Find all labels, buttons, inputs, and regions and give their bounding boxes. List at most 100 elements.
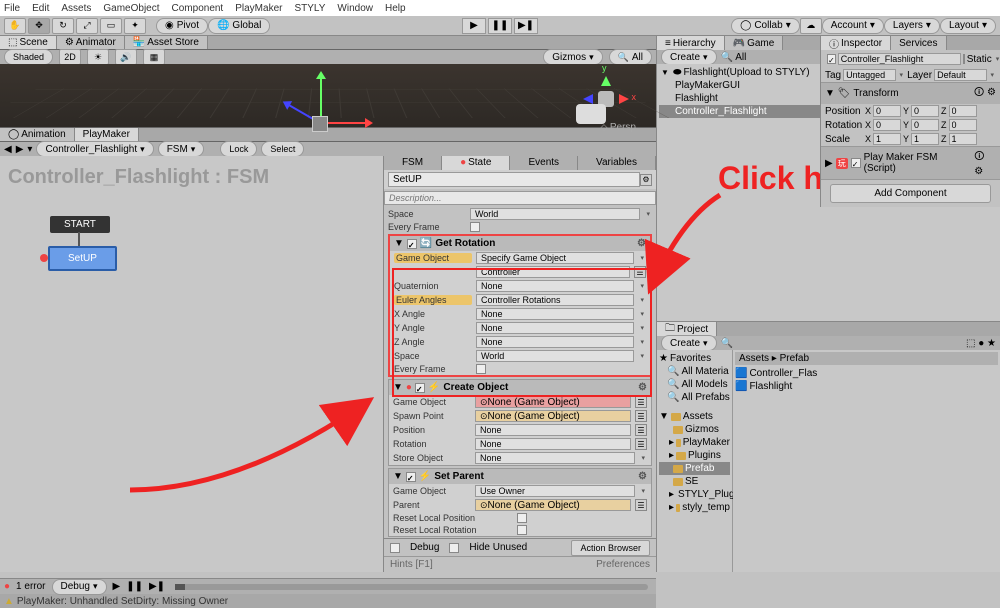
co-gear-icon[interactable]: ⚙ <box>638 382 647 393</box>
get-rotation-gear-icon[interactable]: ⚙ <box>637 238 646 249</box>
tool-hand[interactable]: ✋ <box>4 18 26 34</box>
layers-dropdown[interactable]: Layers ▾ <box>884 18 940 34</box>
debug-checkbox[interactable] <box>390 543 400 553</box>
pos-x[interactable] <box>873 105 901 117</box>
state-description-input[interactable] <box>384 191 656 205</box>
step-button[interactable]: ▶❚ <box>514 18 538 34</box>
gr-controller-var-button[interactable]: ☰ <box>634 266 646 278</box>
state-settings-icon[interactable]: ⚙ <box>640 174 652 186</box>
sp-parent-field[interactable]: ⊙None (Game Object) <box>475 499 631 511</box>
co-spawn-var-button[interactable]: ☰ <box>635 410 647 422</box>
gr-controller-field[interactable]: Controller <box>476 266 630 278</box>
menu-styly[interactable]: STYLY <box>294 3 325 14</box>
gizmos-dropdown[interactable]: Gizmos ▾ <box>543 49 602 65</box>
tab-services[interactable]: Services <box>891 36 946 50</box>
co-spawn-field[interactable]: ⊙None (Game Object) <box>475 410 631 422</box>
menu-component[interactable]: Component <box>172 3 224 14</box>
gr-space-dropdown[interactable]: World <box>476 350 635 362</box>
start-node[interactable]: START <box>50 216 110 233</box>
fav-prefabs[interactable]: 🔍 All Prefabs <box>659 391 730 404</box>
menu-help[interactable]: Help <box>385 3 406 14</box>
assets-root[interactable]: ▼ Assets <box>659 410 730 423</box>
prev-space-val[interactable]: World <box>470 208 641 220</box>
playmaker-fsm-header[interactable]: ▶ 玩 Play Maker FSM (Script)🛈 ⚙ <box>821 147 1000 179</box>
pm-history[interactable]: ▾ <box>27 144 32 155</box>
folder-se[interactable]: SE <box>659 475 730 488</box>
tab-scene[interactable]: ⬚ Scene <box>0 36 57 49</box>
asset-controller-flashlight[interactable]: 🟦 Controller_Flas <box>735 367 998 380</box>
debug-pause[interactable]: ❚❚ <box>126 581 143 592</box>
folder-styly-temp[interactable]: ▸ styly_temp <box>659 501 730 514</box>
shaded-dropdown[interactable]: Shaded <box>4 49 53 65</box>
gameobject-name-input[interactable] <box>838 53 961 65</box>
sp-resetrot-checkbox[interactable] <box>517 525 527 535</box>
menu-playmaker[interactable]: PlayMaker <box>235 3 282 14</box>
gr-gameobject-dropdown[interactable]: Specify Game Object <box>476 252 635 264</box>
tab-game[interactable]: 🎮 Game <box>725 36 784 50</box>
menu-edit[interactable]: Edit <box>32 3 49 14</box>
project-search[interactable]: 🔍 <box>721 338 733 349</box>
rot-x[interactable] <box>873 119 901 131</box>
tool-scale[interactable]: ⤢ <box>76 18 98 34</box>
get-rotation-header[interactable]: ▼ 🔄 Get Rotation⚙ <box>390 236 650 251</box>
gr-y-dropdown[interactable]: None <box>476 322 635 334</box>
debug-dropdown[interactable]: Debug ▾ <box>52 579 107 595</box>
pause-button[interactable]: ❚❚ <box>488 18 512 34</box>
pos-y[interactable] <box>911 105 939 117</box>
hierarchy-create-dropdown[interactable]: Create ▾ <box>661 49 717 65</box>
layer-dropdown[interactable]: Default <box>934 69 986 81</box>
create-object-header[interactable]: ▼ ●⚡ Create Object⚙ <box>389 380 651 395</box>
project-filter-icons[interactable]: ⬚ ● ★ <box>966 338 996 349</box>
2d-toggle[interactable]: 2D <box>59 49 81 65</box>
co-rot-dropdown[interactable]: None <box>475 438 631 450</box>
debug-play[interactable]: ▶ <box>113 581 121 592</box>
global-toggle[interactable]: 🌐 Global <box>208 18 270 34</box>
co-pos-var-button[interactable]: ☰ <box>635 424 647 436</box>
layout-dropdown[interactable]: Layout ▾ <box>940 18 996 34</box>
action-browser-button[interactable]: Action Browser <box>571 540 650 556</box>
state-tab-fsm[interactable]: FSM <box>384 156 442 170</box>
search-all[interactable]: 🔍 All <box>609 49 652 65</box>
co-store-dropdown[interactable]: None <box>475 452 636 464</box>
rot-z[interactable] <box>949 119 977 131</box>
tab-project[interactable]: 🗀 Project <box>657 322 717 336</box>
hints-label[interactable]: Hints [F1] <box>390 559 433 570</box>
sp-resetpos-checkbox[interactable] <box>517 513 527 523</box>
scale-y[interactable] <box>911 133 939 145</box>
co-gameobject-var-button[interactable]: ☰ <box>635 396 647 408</box>
tool-move[interactable]: ✥ <box>28 18 50 34</box>
folder-playmaker[interactable]: ▸ PlayMaker <box>659 436 730 449</box>
sp-parent-var-button[interactable]: ☰ <box>635 499 647 511</box>
gr-euler-dropdown[interactable]: Controller Rotations <box>476 294 635 306</box>
project-breadcrumb[interactable]: Assets ▸ Prefab <box>735 352 998 365</box>
account-dropdown[interactable]: Account ▾ <box>822 18 884 34</box>
asset-flashlight[interactable]: 🟦 Flashlight <box>735 380 998 393</box>
tag-dropdown[interactable]: Untagged <box>843 69 895 81</box>
pm-back[interactable]: ◀ <box>4 144 12 155</box>
state-tab-events[interactable]: Events <box>510 156 578 170</box>
scene-viewport[interactable]: x y ◇ Persp <box>0 64 656 128</box>
light-toggle[interactable]: ☀ <box>87 49 109 65</box>
gr-x-dropdown[interactable]: None <box>476 308 635 320</box>
pm-object-dropdown[interactable]: Controller_Flashlight ▾ <box>36 141 153 157</box>
hide-unused-checkbox[interactable] <box>449 543 459 553</box>
sp-gameobject-dropdown[interactable]: Use Owner <box>475 485 636 497</box>
gr-every-checkbox[interactable] <box>476 364 486 374</box>
favorites-root[interactable]: ★ Favorites <box>659 352 730 365</box>
tab-animation[interactable]: ◯ Animation <box>0 128 75 141</box>
folder-prefab[interactable]: Prefab <box>659 462 730 475</box>
preferences-link[interactable]: Preferences <box>596 559 650 570</box>
menu-window[interactable]: Window <box>337 3 373 14</box>
debug-step[interactable]: ▶❚ <box>149 581 165 592</box>
transform-header[interactable]: ▼ 🏷 Transform🛈 ⚙ <box>821 83 1000 104</box>
tab-inspector[interactable]: ⓘ Inspector <box>821 36 891 50</box>
pivot-toggle[interactable]: ◉ Pivot <box>156 18 208 34</box>
pos-z[interactable] <box>949 105 977 117</box>
gr-z-dropdown[interactable]: None <box>476 336 635 348</box>
tool-transform[interactable]: ✦ <box>124 18 146 34</box>
collab-dropdown[interactable]: ◯ Collab ▾ <box>731 18 800 34</box>
co-rot-var-button[interactable]: ☰ <box>635 438 647 450</box>
folder-styly-plugin[interactable]: ▸ STYLY_Plug <box>659 488 730 501</box>
sp-gear-icon[interactable]: ⚙ <box>638 471 647 482</box>
tool-rotate[interactable]: ↻ <box>52 18 74 34</box>
